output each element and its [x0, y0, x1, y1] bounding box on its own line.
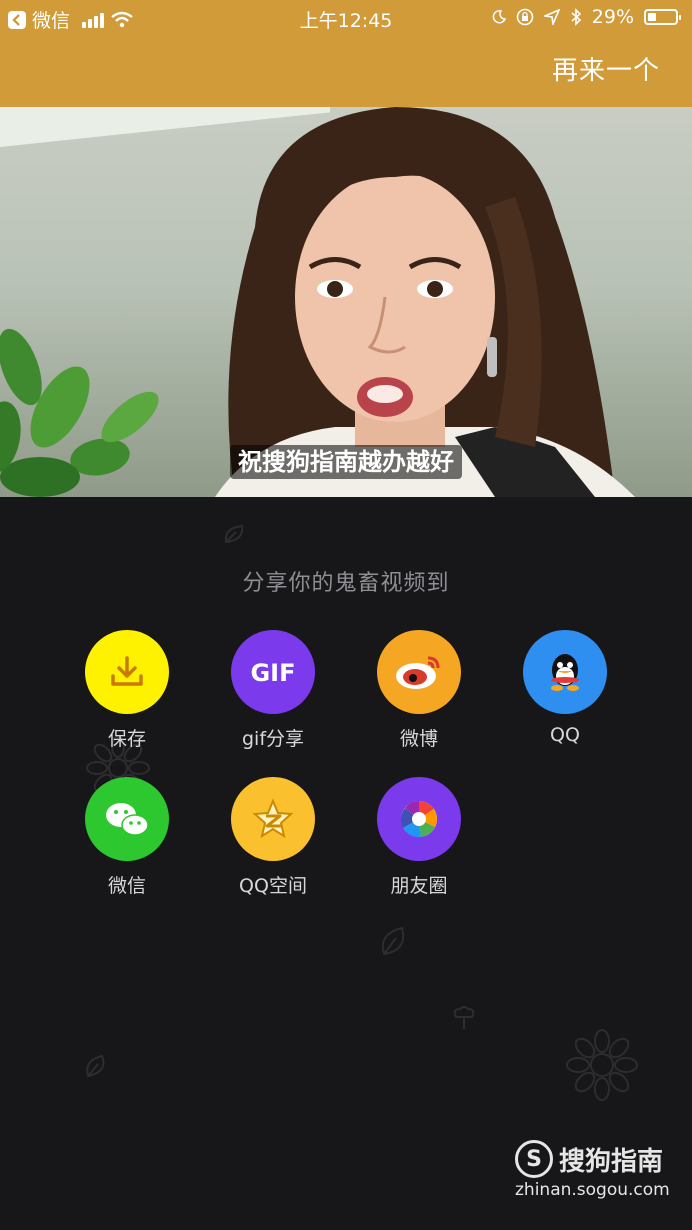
watermark-url: zhinan.sogou.com	[515, 1180, 670, 1200]
subtitle-text: 祝搜狗指南越办越好	[230, 445, 462, 479]
share-weibo-button[interactable]: 微博	[359, 630, 479, 751]
battery-icon	[644, 9, 681, 25]
share-label: 保存	[107, 728, 146, 750]
share-save-button[interactable]: 保存	[67, 630, 187, 751]
flower-doodle-icon	[566, 1029, 638, 1101]
download-icon	[85, 630, 169, 714]
video-player[interactable]: 祝搜狗指南越办越好	[0, 107, 692, 497]
orientation-lock-icon	[516, 8, 534, 26]
status-right-icons: 29%	[492, 6, 681, 28]
location-icon	[543, 9, 560, 25]
leaf-doodle-icon	[224, 524, 244, 544]
weibo-icon	[377, 630, 461, 714]
top-header: 微信 上午12:45 29% 再来一个	[0, 0, 692, 107]
svg-text:GIF: GIF	[250, 659, 295, 687]
moon-icon	[492, 10, 506, 24]
moments-icon	[377, 777, 461, 861]
sogou-watermark: S 搜狗指南 zhinan.sogou.com	[515, 1140, 670, 1200]
battery-text: 29%	[591, 6, 634, 28]
share-label: 微信	[107, 875, 146, 897]
gif-icon: GIF	[231, 630, 315, 714]
person-image	[215, 107, 635, 497]
share-qq-button[interactable]: QQ	[505, 630, 625, 746]
sogou-logo-icon: S	[515, 1140, 553, 1178]
qq-icon	[523, 630, 607, 714]
share-gif-button[interactable]: GIF gif分享	[213, 630, 333, 751]
bluetooth-icon	[571, 8, 581, 26]
share-label: 微博	[399, 728, 438, 750]
tree-doodle-icon	[453, 1006, 475, 1029]
watermark-name: 搜狗指南	[559, 1146, 664, 1177]
share-label: QQ空间	[239, 875, 307, 897]
share-moments-button[interactable]: 朋友圈	[359, 777, 479, 898]
share-label: 朋友圈	[390, 875, 448, 897]
status-bar: 微信 上午12:45 29%	[0, 0, 692, 36]
qzone-icon	[231, 777, 315, 861]
again-button[interactable]: 再来一个	[552, 50, 660, 87]
share-label: QQ	[550, 724, 580, 746]
share-label: gif分享	[241, 728, 305, 750]
leaf-doodle-icon	[86, 1054, 105, 1078]
share-qzone-button[interactable]: QQ空间	[213, 777, 333, 898]
share-title: 分享你的鬼畜视频到	[242, 571, 450, 596]
wechat-icon	[85, 777, 169, 861]
video-subtitle: 祝搜狗指南越办越好	[0, 442, 692, 479]
leaf-doodle-icon	[381, 926, 405, 956]
share-wechat-button[interactable]: 微信	[67, 777, 187, 898]
